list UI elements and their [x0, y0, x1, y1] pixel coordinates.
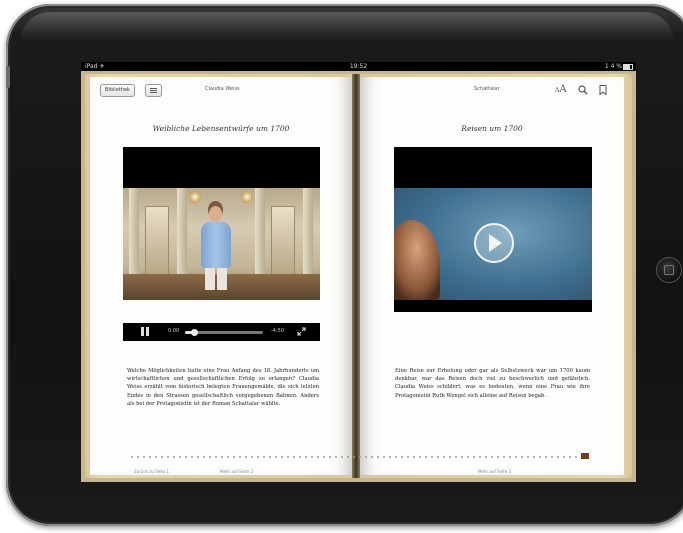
book-title-label: Schattalar [474, 86, 500, 92]
screen: iPad ✈ 19:52 1 4 % Bibliothek Claudia We… [81, 62, 636, 482]
page-scrubber-marker[interactable] [581, 453, 589, 459]
bookmark-icon[interactable] [599, 85, 607, 95]
list-icon [150, 88, 157, 89]
video-controls: 0:00 -4:50 [123, 323, 320, 341]
chandelier [189, 190, 201, 204]
fullscreen-icon[interactable] [297, 327, 306, 336]
scrubber[interactable] [185, 329, 263, 336]
list-icon-line [150, 90, 157, 91]
play-icon[interactable] [474, 223, 514, 263]
presenter [205, 268, 227, 290]
clock: 19:52 [349, 63, 368, 70]
video-frame [394, 188, 592, 300]
page-title: Reisen um 1700 [461, 124, 523, 133]
door [145, 206, 169, 276]
page-number: Mehr auf Seite 3 [478, 469, 511, 474]
chandelier [241, 190, 253, 204]
video-frame [123, 188, 320, 300]
elapsed-time: 0:00 [168, 328, 180, 334]
status-bar: iPad ✈ 19:52 1 4 % [81, 62, 636, 71]
table-of-contents-button[interactable] [145, 84, 162, 97]
page-number: Mehr auf Seite 2 [220, 469, 253, 474]
search-icon[interactable] [578, 85, 588, 95]
video-player[interactable]: 0:00 -4:50 [123, 147, 320, 341]
door [271, 206, 295, 276]
book-spine [352, 74, 360, 478]
pause-icon[interactable] [141, 327, 149, 336]
page-title: Weibliche Lebensentwürfe um 1700 [152, 124, 290, 133]
back-link[interactable]: Zurück zu Seite 1 [134, 469, 169, 474]
video-player[interactable] [394, 147, 592, 312]
left-page[interactable]: Bibliothek Claudia Weiss Weibliche Leben… [90, 77, 352, 475]
library-button[interactable]: Bibliothek [100, 84, 135, 97]
body-text: Welche Möglichkeiten hatte eine Frau Anf… [127, 368, 319, 407]
body-text: Eine Reise zur Erholung oder gar als Sel… [395, 368, 590, 399]
font-size-icon[interactable]: AA [555, 84, 567, 95]
remaining-time: -4:50 [271, 328, 285, 334]
presenter [201, 222, 231, 268]
side-switch [6, 66, 10, 88]
right-page[interactable]: Schattalar AA Reisen um 1700 Eine Reise … [360, 77, 624, 475]
home-button[interactable] [656, 257, 682, 283]
open-book: Bibliothek Claudia Weiss Weibliche Leben… [85, 74, 632, 478]
device-glass-highlight [20, 12, 674, 42]
list-icon-line [150, 92, 157, 93]
ipad-frame: iPad ✈ 19:52 1 4 % Bibliothek Claudia We… [6, 4, 683, 526]
presenter [209, 206, 222, 222]
scrubber-knob[interactable] [191, 329, 199, 336]
battery-percent: 1 4 % [604, 63, 622, 70]
font-size-icon-large-a: A [559, 84, 567, 95]
painting-figure [394, 220, 440, 300]
battery-icon [623, 64, 633, 70]
author-label: Claudia Weiss [205, 86, 240, 92]
page-scrubber[interactable] [129, 456, 585, 458]
